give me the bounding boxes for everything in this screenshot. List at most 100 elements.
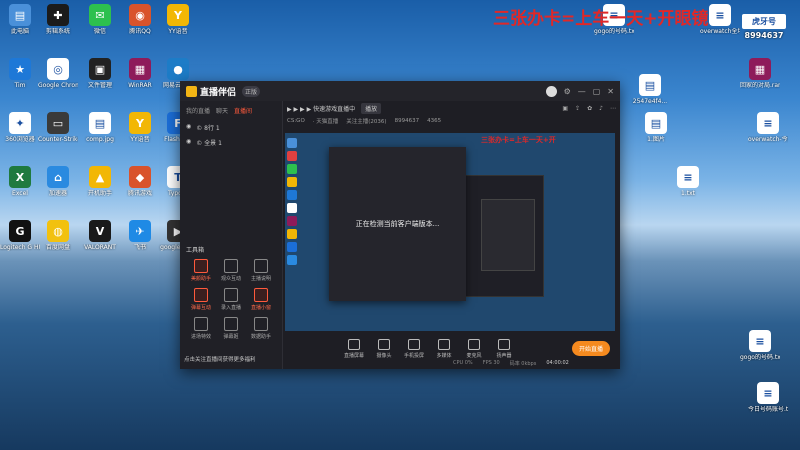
desktop-icon[interactable]: ▤ 1.图片 [636,112,676,143]
source-controls: 直播屏幕 摄像头 手机投屏 多媒体 麦克风 扬声器 [283,335,678,359]
desktop-icon[interactable]: X Excel [0,166,40,197]
desktop-icon[interactable]: ▤ 此电脑 [0,4,40,35]
desktop-icon[interactable]: ▤ 2547e4f4... [630,74,670,105]
desktop-icon[interactable]: ▤ comp.jpg [80,112,120,143]
toolbox-item[interactable]: 录入直播 [216,288,246,311]
tool-icon [194,259,208,273]
eye-icon[interactable]: ◉ [186,138,191,147]
desktop-icon-label: overwatch-今日任务 [748,136,788,143]
scene-item[interactable]: ◉ © 8行 1 [180,120,282,135]
app-icon: Y [167,4,189,26]
desktop-icon[interactable]: ◉ 腾讯QQ [120,4,160,35]
desktop-icon[interactable]: ◆ 腾讯游戏 [120,166,160,197]
desktop-icon[interactable]: V VALORANT [80,220,120,251]
desktop-icon[interactable]: ▦ WinRAR [120,58,160,89]
desktop-icon[interactable]: G Logitech G HUB [0,220,40,251]
toolbox-item[interactable]: 弹幕姬 [216,317,246,340]
desktop-icon[interactable]: ✚ 剪辑系统 [38,4,78,35]
desktop-icon[interactable]: Y YY语音 [158,4,198,35]
app-icon: V [89,220,111,242]
toolbox-item[interactable]: 主播说明 [246,259,276,282]
desktop-icon-label: 2547e4f4... [632,98,668,105]
source-control-label: 多媒体 [436,353,452,359]
app-titlebar[interactable]: 直播伴侣 正版 ⚙ — ▢ ✕ [180,81,620,101]
titlebar-controls: ⚙ — ▢ ✕ [545,85,614,97]
desktop-icon-label: Logitech G HUB [0,244,40,251]
desktop-icon[interactable]: ◍ 百度网盘 [38,220,78,251]
tab-my-live[interactable]: 我的直播 [186,106,210,115]
toolbox-item[interactable]: 数据助手 [246,317,276,340]
follow-hint[interactable]: 点击关注直播间获得更多福利 [184,355,256,363]
source-control-button[interactable]: 摄像头 [371,339,397,359]
app-icon: ◆ [129,166,151,188]
toolbox-item[interactable]: 美颜助手 [186,259,216,282]
toolbox-item[interactable]: 直播小窗 [246,288,276,311]
tab-live-room[interactable]: 直播间 [234,106,252,115]
desktop-icon[interactable]: ◎ Google Chrome [38,58,78,89]
live-title[interactable]: ▶ ▶ ▶ ▶ 快速游戏直播中 [287,104,355,113]
version-badge[interactable]: 正版 [242,85,261,97]
desktop-icon[interactable]: ✈ 飞书 [120,220,160,251]
tool-label: 直播小窗 [250,305,271,311]
toolbox-item[interactable]: 进场特效 [186,317,216,340]
avatar[interactable] [545,85,557,97]
main-panel: ▶ ▶ ▶ ▶ 快速游戏直播中 播放 ▣ ⇪ ✿ ♪ ⋯ CS:GO · 天猫直播… [283,101,620,369]
stream-info-item: CS:GO [287,118,305,124]
scene-item[interactable]: ◉ © 全景 1 [180,135,282,150]
more-icon[interactable]: ⋯ [610,105,616,112]
source-control-label: 摄像头 [376,353,392,359]
desktop-icon-label: 文件管理 [87,82,112,89]
desktop-icon[interactable]: ≡ 今日号码账号.txt [748,382,788,413]
toolbox-item[interactable]: 观众互动 [216,259,246,282]
desktop-icon[interactable]: ▦ 回家的对局.rar [740,58,780,89]
desktop-icon[interactable]: Y YY语音 [120,112,160,143]
status-bar: CPU 0% FPS 30 码率 0kbps 04:00:02 [453,360,569,367]
source-control-button[interactable]: 多媒体 [431,339,457,359]
source-control-button[interactable]: 麦克风 [461,339,487,359]
source-control-label: 麦克风 [466,353,482,359]
desktop-icon[interactable]: ★ Tim [0,58,40,89]
desktop-icon[interactable]: ▭ Counter-Strike Global Offensive [38,112,78,143]
desktop-icon[interactable]: ✦ 360浏览器 [0,112,40,143]
close-icon[interactable]: ✕ [607,87,614,96]
minimize-icon[interactable]: — [578,87,586,96]
desktop-icon[interactable]: ≡ gogo的号码.txt [740,330,780,361]
eye-icon[interactable]: ◉ [186,123,191,132]
start-live-button[interactable]: 开始直播 [571,341,610,356]
desktop-icon[interactable]: ⌂ 加速器 [38,166,78,197]
bitrate-status: 码率 0kbps [509,361,537,367]
desktop-icon[interactable]: ≡ overwatch-今日任务 [748,112,788,143]
toolbox-title: 工具箱 [186,247,205,254]
preview-icon [287,242,297,252]
preview-icon [287,229,297,239]
play-button[interactable]: 播放 [361,102,382,114]
desktop-icon[interactable]: ✉ 微信 [80,4,120,35]
watermark-badge: 虎牙号 8994637 [742,14,786,40]
desktop-icon-label: 腾讯游戏 [127,190,152,197]
desktop-icon[interactable]: ▲ 开机助手 [80,166,120,197]
source-control-button[interactable]: 手机投屏 [401,339,427,359]
app-icon: ✈ [129,220,151,242]
layout-icon[interactable]: ▣ [562,105,568,112]
app-icon: ▲ [89,166,111,188]
source-control-button[interactable]: 直播屏幕 [341,339,367,359]
desktop-icon[interactable]: ▣ 文件管理 [80,58,120,89]
desktop-icon[interactable]: ≡ 1.txt [668,166,708,197]
stream-info-item: 关注主播(2036) [346,119,387,125]
toolbox-item[interactable]: 弹幕互动 [186,288,216,311]
maximize-icon[interactable]: ▢ [593,87,601,96]
app-icon: ▦ [749,58,771,80]
desktop-icon-label: gogo的号码.txt [740,354,780,361]
tool-icon [224,288,238,302]
tab-chat[interactable]: 聊天 [216,106,228,115]
desktop-icon-label: Excel [12,190,28,197]
app-title: 直播伴侣 [200,87,237,98]
source-control-label: 扬声器 [496,353,512,359]
source-control-button[interactable]: 扬声器 [491,339,517,359]
desktop-icon-label: 加速器 [48,190,67,197]
settings-icon[interactable]: ⚙ [564,87,571,96]
gift-icon[interactable]: ✿ [587,105,592,112]
bell-icon[interactable]: ♪ [599,105,603,112]
preview-icon [287,255,297,265]
share-icon[interactable]: ⇪ [575,105,580,112]
